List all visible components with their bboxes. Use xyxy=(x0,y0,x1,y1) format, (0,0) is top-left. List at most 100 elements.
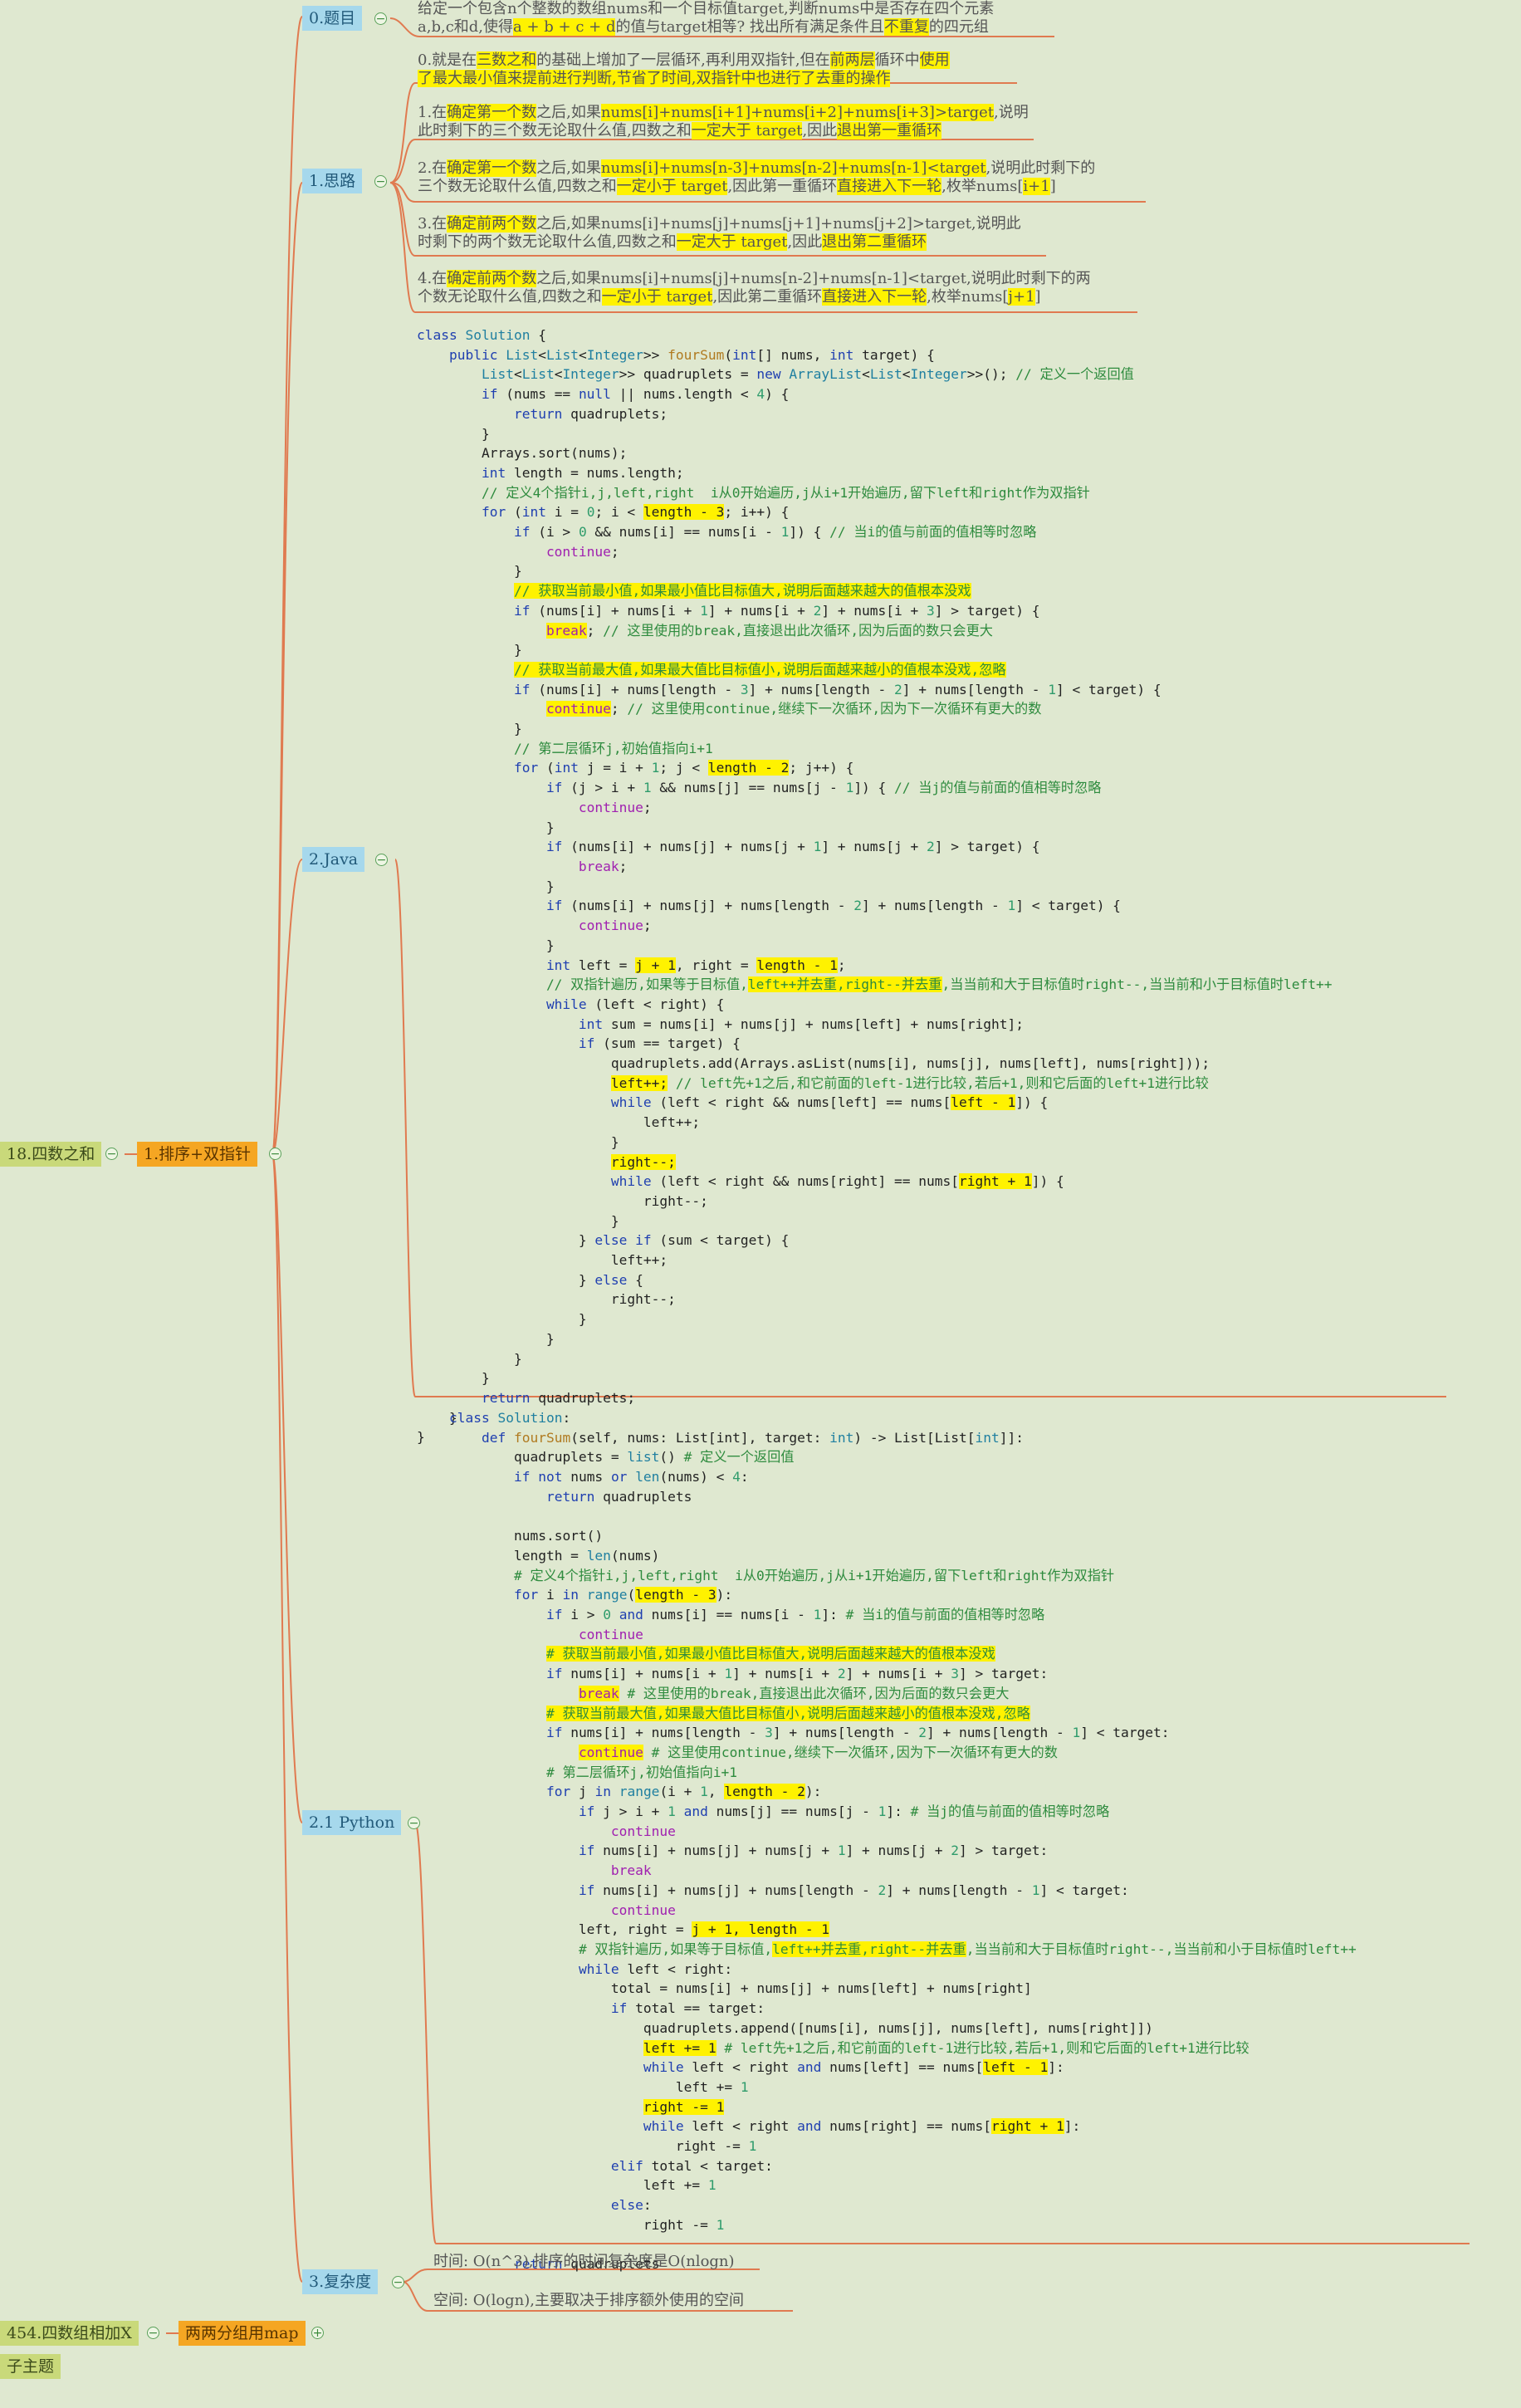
text-segment: class xyxy=(449,1410,498,1426)
text-segment xyxy=(417,662,514,678)
text-segment: return xyxy=(513,405,563,422)
text-segment xyxy=(417,1390,482,1406)
text-segment: for xyxy=(513,760,539,776)
text-segment: ,枚举nums[ xyxy=(927,288,1009,306)
text-segment xyxy=(449,1706,546,1721)
text-segment: ] > target) { xyxy=(934,602,1040,619)
text-segment: 2 xyxy=(951,1843,960,1859)
text-segment: # 当j的值与前面的值相等时忽略 xyxy=(910,1804,1110,1820)
text-segment: 1 xyxy=(780,524,790,541)
collapse-toggle-icon[interactable]: − xyxy=(375,854,388,866)
collapse-toggle-icon[interactable]: − xyxy=(374,12,387,25)
text-segment: 1 xyxy=(1007,898,1016,914)
text-segment xyxy=(449,1469,514,1485)
node-idea[interactable]: 1.思路 xyxy=(302,169,363,193)
collapse-toggle-icon[interactable]: − xyxy=(269,1148,281,1160)
branch-sort-two-pointers[interactable]: 1.排序+双指针 xyxy=(137,1142,258,1167)
node-pair-map[interactable]: 两两分组用map xyxy=(179,2321,306,2346)
code-line: continue xyxy=(449,1901,1357,1921)
text-segment: i > xyxy=(562,1607,604,1623)
text-segment: 退出第一重循环 xyxy=(837,122,942,139)
code-line: // 定义4个指针i,j,left,right i从0开始遍历,j从i+1开始遍… xyxy=(417,483,1332,503)
code-line: Arrays.sort(nums); xyxy=(417,443,1332,463)
text-segment: // 当i的值与前面的值相等时忽略 xyxy=(829,524,1037,541)
text-segment: ,当当前和大于目标值时right--,当当前和小于目标值时left++ xyxy=(966,1941,1357,1957)
collapse-toggle-icon[interactable]: − xyxy=(105,1148,118,1160)
text-segment: 个数无论取什么值,四数之和 xyxy=(418,288,602,306)
code-line: } xyxy=(417,1349,1332,1369)
text-segment: if xyxy=(513,524,531,541)
collapse-toggle-icon[interactable]: − xyxy=(374,175,387,188)
collapse-toggle-icon[interactable]: − xyxy=(147,2327,159,2339)
text-segment: continue xyxy=(578,799,643,815)
text-segment: ; j++) { xyxy=(789,760,854,776)
text-line: 4.在确定前两个数之后,如果nums[i]+nums[j]+nums[n-2]+… xyxy=(418,270,1091,288)
text-segment: if xyxy=(513,681,531,697)
text-segment: } xyxy=(417,425,490,442)
text-segment: ] < target: xyxy=(1080,1725,1170,1741)
text-segment: if xyxy=(545,1666,563,1682)
text-segment xyxy=(417,859,579,874)
node-java[interactable]: 2.Java xyxy=(302,847,365,872)
code-line: } xyxy=(417,1329,1332,1349)
text-segment: length = xyxy=(449,1547,587,1564)
node-python[interactable]: 2.1 Python xyxy=(302,1810,402,1835)
text-segment: quadruplets xyxy=(594,1488,692,1505)
code-line: if nums[i] + nums[length - 3] + nums[len… xyxy=(449,1723,1357,1743)
text-segment: length - 2 xyxy=(724,1784,805,1800)
text-segment: ( xyxy=(506,504,522,521)
text-segment: length - 2 xyxy=(707,760,790,776)
code-line: } xyxy=(417,424,1332,444)
text-segment xyxy=(417,1154,611,1170)
topic-four-sum-ii[interactable]: 454.四数组相加Ⅹ xyxy=(0,2321,139,2346)
text-segment: } xyxy=(417,937,555,953)
text-segment: nums[i] + nums[i + xyxy=(562,1666,725,1682)
text-segment: 3 xyxy=(765,1725,773,1741)
text-segment: 直接进入下一轮 xyxy=(837,178,942,195)
text-segment: break xyxy=(578,858,619,874)
sub-topic[interactable]: 子主题 xyxy=(0,2354,61,2379)
idea-point-2: 2.在确定第一个数之后,如果nums[i]+nums[n-3]+nums[n-2… xyxy=(418,159,1095,196)
text-segment: left++; xyxy=(417,1252,668,1269)
text-segment: 1 xyxy=(813,839,822,855)
text-segment: j xyxy=(570,1784,595,1800)
text-segment: break xyxy=(610,1862,652,1879)
text-segment: or xyxy=(610,1469,628,1485)
text-segment xyxy=(417,976,546,992)
text-segment: ( xyxy=(627,1587,636,1603)
code-line: if nums[i] + nums[i + 1] + nums[i + 2] +… xyxy=(449,1664,1357,1684)
text-segment: else if xyxy=(594,1232,652,1249)
text-segment: left += xyxy=(449,2177,708,2194)
code-line: total = nums[i] + nums[j] + nums[left] +… xyxy=(449,1979,1357,1999)
collapse-toggle-icon[interactable]: − xyxy=(408,1817,420,1829)
code-line: // 双指针遍历,如果等于目标值,left++并去重,right--并去重,当当… xyxy=(417,975,1332,995)
text-segment: public xyxy=(448,346,506,363)
text-segment: 确定前两个数 xyxy=(447,215,537,232)
text-segment: 1 xyxy=(1072,1725,1081,1741)
text-segment: 1 xyxy=(700,602,708,619)
code-line: if (nums[i] + nums[length - 3] + nums[le… xyxy=(417,680,1332,700)
text-segment: ArrayList xyxy=(789,366,863,383)
text-segment: j > i + xyxy=(594,1804,668,1820)
text-segment: ] + nums[length - xyxy=(748,681,895,697)
text-segment: (self, nums: List[int], target: xyxy=(570,1429,830,1446)
text-line: 1.在确定第一个数之后,如果nums[i]+nums[i+1]+nums[i+2… xyxy=(418,104,1029,122)
text-segment: [] nums, xyxy=(756,346,830,363)
text-segment: ]) { xyxy=(789,524,830,541)
text-segment xyxy=(449,1902,611,1918)
text-segment: Solution xyxy=(465,327,531,343)
text-segment xyxy=(417,780,546,795)
expand-toggle-icon[interactable]: + xyxy=(311,2327,324,2339)
text-segment: def xyxy=(481,1429,514,1446)
text-segment: 直接进入下一轮 xyxy=(822,288,927,306)
node-complexity[interactable]: 3.复杂度 xyxy=(302,2269,379,2294)
code-line: elif total < target: xyxy=(449,2156,1357,2176)
code-line: for i in range(length - 3): xyxy=(449,1585,1357,1605)
text-segment: (sum < target) { xyxy=(651,1232,790,1249)
collapse-toggle-icon[interactable]: − xyxy=(392,2276,404,2288)
node-problem[interactable]: 0.题目 xyxy=(302,6,363,31)
code-line: # 获取当前最大值,如果最大值比目标值小,说明后面越来越小的值根本没戏,忽略 xyxy=(449,1704,1357,1724)
text-segment: left += xyxy=(449,2078,741,2095)
root-topic[interactable]: 18.四数之和 xyxy=(0,1142,102,1167)
